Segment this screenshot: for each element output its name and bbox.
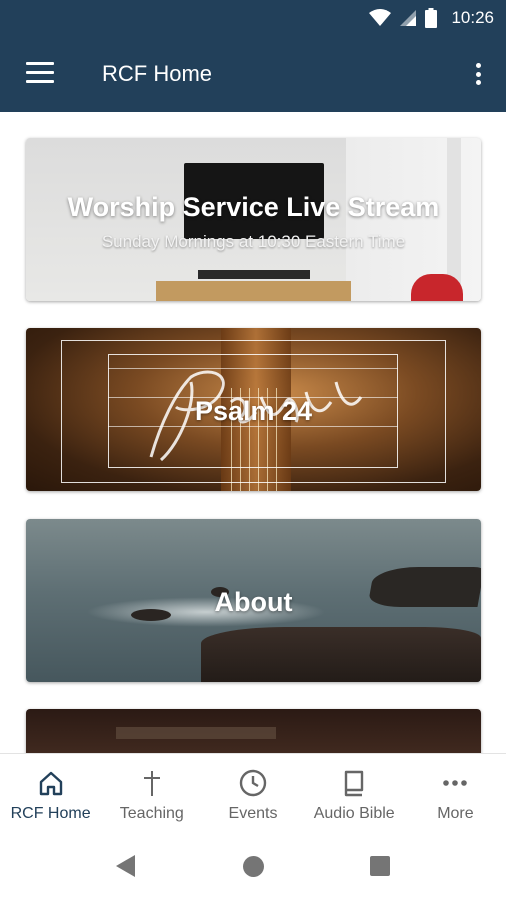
nav-more[interactable]: More	[405, 754, 506, 831]
back-icon[interactable]	[116, 855, 135, 877]
card-partial[interactable]	[26, 709, 481, 753]
status-icons: 10:26	[369, 8, 494, 28]
card-psalm[interactable]: Psalm 24	[26, 328, 481, 491]
nav-label: Teaching	[119, 805, 184, 822]
card-title: Worship Service Live Stream	[67, 192, 440, 222]
nav-label: Audio Bible	[313, 805, 395, 822]
card-title: About	[214, 587, 293, 617]
battery-icon	[425, 8, 438, 28]
nav-events[interactable]: Events	[202, 754, 303, 831]
cell-signal-icon	[400, 10, 417, 26]
wifi-icon	[369, 9, 392, 26]
status-bar: 10:26	[0, 0, 506, 37]
nav-audio-bible[interactable]: Audio Bible	[304, 754, 405, 831]
content-list: Worship Service Live Stream Sunday Morni…	[0, 112, 506, 753]
nav-teaching[interactable]: Teaching	[101, 754, 202, 831]
nav-label: Events	[228, 805, 278, 822]
nav-rcf-home[interactable]: RCF Home	[0, 754, 101, 831]
nav-label: More	[437, 805, 474, 822]
card-live-stream[interactable]: Worship Service Live Stream Sunday Morni…	[26, 138, 481, 301]
cross-icon	[143, 771, 160, 796]
home-circle-icon[interactable]	[243, 856, 264, 877]
app-bar: RCF Home	[0, 37, 506, 112]
hamburger-menu-icon[interactable]	[26, 62, 54, 86]
recents-icon[interactable]	[370, 856, 390, 876]
book-icon	[345, 770, 364, 797]
home-icon	[39, 771, 62, 796]
clock-icon	[239, 769, 267, 797]
card-subtitle: Sunday Mornings at 10:30 Eastern Time	[101, 232, 406, 251]
bottom-nav: RCF Home Teaching Events Audio Bible Mor…	[0, 753, 506, 831]
page-title: RCF Home	[102, 61, 213, 86]
nav-label: RCF Home	[10, 805, 91, 822]
card-about[interactable]: About	[26, 519, 481, 682]
system-nav-bar	[0, 831, 506, 900]
card-title: Psalm 24	[194, 396, 313, 426]
more-horiz-icon	[443, 780, 468, 786]
status-time: 10:26	[451, 8, 494, 27]
more-vert-icon[interactable]	[472, 59, 484, 89]
